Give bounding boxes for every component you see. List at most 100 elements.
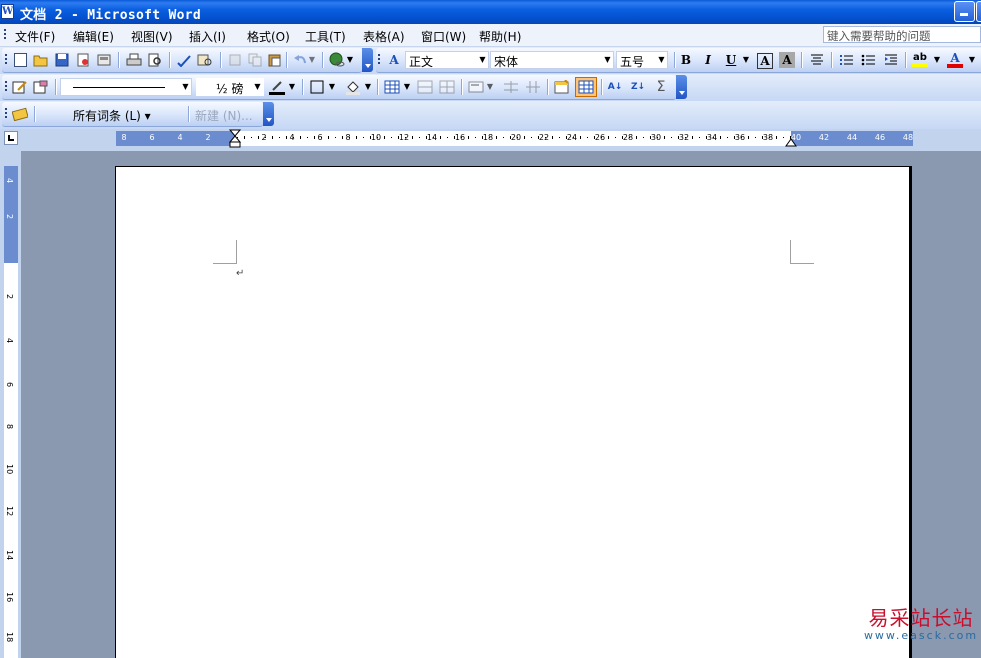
insert-table-dropdown-icon[interactable]: ▼ <box>403 78 411 96</box>
distribute-rows-icon[interactable] <box>502 78 520 96</box>
print-icon[interactable] <box>125 51 143 69</box>
horizontal-ruler[interactable]: 8 6 4 2 2 4 6 8 10 12 14 16 18 20 22 24 … <box>116 129 913 148</box>
draw-table-icon[interactable] <box>11 78 29 96</box>
table-autoformat-icon[interactable] <box>553 78 571 96</box>
font-select[interactable]: 宋体 ▼ <box>490 51 614 69</box>
chevron-down-icon[interactable]: ▼ <box>252 79 263 95</box>
underline-button[interactable]: U <box>722 51 740 69</box>
ruler-tick <box>762 136 763 139</box>
menu-window[interactable]: 窗口(W) <box>421 28 466 45</box>
shading-color-icon[interactable] <box>344 78 362 96</box>
underline-dropdown-icon[interactable]: ▼ <box>742 51 750 69</box>
italic-button[interactable]: I <box>699 51 717 69</box>
merge-cells-icon[interactable] <box>416 78 434 96</box>
menu-view[interactable]: 视图(V) <box>131 28 173 45</box>
hyperlink-globe-icon[interactable] <box>328 51 346 69</box>
align-dropdown-icon[interactable]: ▼ <box>486 78 494 96</box>
style-select[interactable]: 正文 ▼ <box>405 51 489 69</box>
right-indent-marker[interactable] <box>785 136 797 148</box>
highlight-button[interactable]: ab <box>911 51 929 69</box>
character-shading-button[interactable]: A <box>779 52 795 68</box>
font-size-select[interactable]: 五号 ▼ <box>616 51 668 69</box>
autotext-icon[interactable] <box>11 105 29 123</box>
toolbar-separator <box>377 79 379 95</box>
autotext-toolbar-options-icon[interactable] <box>263 102 274 126</box>
print-preview-icon[interactable] <box>146 51 164 69</box>
menu-edit[interactable]: 编辑(E) <box>73 28 114 45</box>
paste-icon[interactable] <box>266 51 284 69</box>
line-weight-select[interactable]: ½ 磅 ▼ <box>196 78 264 96</box>
open-folder-icon[interactable] <box>32 51 50 69</box>
save-icon[interactable] <box>53 51 71 69</box>
watermark-logo: 易采站长站 www.easck.com <box>862 602 980 642</box>
line-style-select[interactable]: ▼ <box>60 78 192 96</box>
ruler-tick <box>587 137 588 138</box>
top-margin-zone: 4 2 <box>4 166 18 263</box>
border-color-button[interactable] <box>268 78 286 96</box>
chevron-down-icon[interactable]: ▼ <box>477 52 488 68</box>
all-entries-button[interactable]: 所有词条 (L) ▾ <box>73 107 151 124</box>
spelling-grammar-icon[interactable] <box>175 51 193 69</box>
menu-file[interactable]: 文件(F) <box>15 28 55 45</box>
menu-tools[interactable]: 工具(T) <box>305 28 346 45</box>
chevron-down-icon[interactable]: ▼ <box>180 79 191 95</box>
undo-dropdown-icon[interactable]: ▼ <box>308 51 316 69</box>
chevron-down-icon[interactable]: ▼ <box>602 52 613 68</box>
font-color-dropdown-icon[interactable]: ▼ <box>968 51 976 69</box>
border-color-dropdown-icon[interactable]: ▼ <box>288 78 296 96</box>
ruler-tick <box>741 137 742 138</box>
ruler-tick <box>573 137 574 138</box>
show-gridlines-button[interactable] <box>575 77 597 97</box>
bold-button[interactable]: B <box>677 51 695 69</box>
shading-dropdown-icon[interactable]: ▼ <box>364 78 372 96</box>
ruler-tick <box>433 137 434 138</box>
align-top-left-icon[interactable] <box>467 78 485 96</box>
font-color-button[interactable]: A <box>946 51 964 69</box>
ruler-label: 12 <box>5 506 14 517</box>
tab-selector-icon[interactable] <box>4 131 18 145</box>
borders-dropdown-icon[interactable]: ▼ <box>328 78 336 96</box>
word-app-icon[interactable]: W <box>1 4 14 19</box>
standard-toolbar-options-icon[interactable] <box>362 48 373 72</box>
help-search-input[interactable]: 键入需要帮助的问题 <box>823 26 981 43</box>
menu-table[interactable]: 表格(A) <box>363 28 405 45</box>
vertical-ruler[interactable]: 4 2 2 4 6 8 10 12 14 16 18 <box>4 166 18 658</box>
research-icon[interactable] <box>196 51 214 69</box>
new-entry-button[interactable]: 新建 (N)... <box>195 107 253 124</box>
maximize-button[interactable] <box>976 1 981 22</box>
document-page[interactable]: ↵ <box>115 166 912 658</box>
minimize-button[interactable] <box>954 1 975 22</box>
increase-indent-icon[interactable] <box>882 51 900 69</box>
insert-table-icon[interactable] <box>383 78 401 96</box>
align-center-icon[interactable] <box>808 51 826 69</box>
character-border-button[interactable]: A <box>757 53 773 69</box>
styles-and-formatting-icon[interactable]: A <box>385 51 403 69</box>
menu-format[interactable]: 格式(O) <box>247 28 290 45</box>
menu-help[interactable]: 帮助(H) <box>479 28 521 45</box>
eraser-icon[interactable] <box>32 78 50 96</box>
split-cells-icon[interactable] <box>438 78 456 96</box>
new-document-icon[interactable] <box>11 51 29 69</box>
email-icon[interactable] <box>95 51 113 69</box>
autosum-button[interactable]: Σ <box>652 78 670 96</box>
undo-icon[interactable] <box>291 51 309 69</box>
cut-icon[interactable] <box>226 51 244 69</box>
copy-icon[interactable] <box>246 51 264 69</box>
permission-icon[interactable] <box>74 51 92 69</box>
ruler-tick <box>419 137 420 138</box>
bullets-icon[interactable] <box>859 51 877 69</box>
menu-insert[interactable]: 插入(I) <box>189 28 226 45</box>
sort-descending-icon[interactable]: Z↓ <box>629 78 647 96</box>
first-line-indent-marker[interactable] <box>229 129 241 151</box>
ruler-label: 2 <box>5 294 14 300</box>
ruler-tick <box>496 136 497 139</box>
highlight-dropdown-icon[interactable]: ▼ <box>933 51 941 69</box>
tables-toolbar-options-icon[interactable] <box>676 75 687 99</box>
distribute-columns-icon[interactable] <box>524 78 542 96</box>
outside-borders-icon[interactable] <box>308 78 326 96</box>
chevron-down-icon[interactable]: ▼ <box>656 52 667 68</box>
sort-ascending-icon[interactable]: A↓ <box>606 78 624 96</box>
numbering-icon[interactable] <box>837 51 855 69</box>
menu-grip[interactable] <box>4 29 7 41</box>
toolbar-more-icon[interactable]: ▼ <box>346 51 354 69</box>
